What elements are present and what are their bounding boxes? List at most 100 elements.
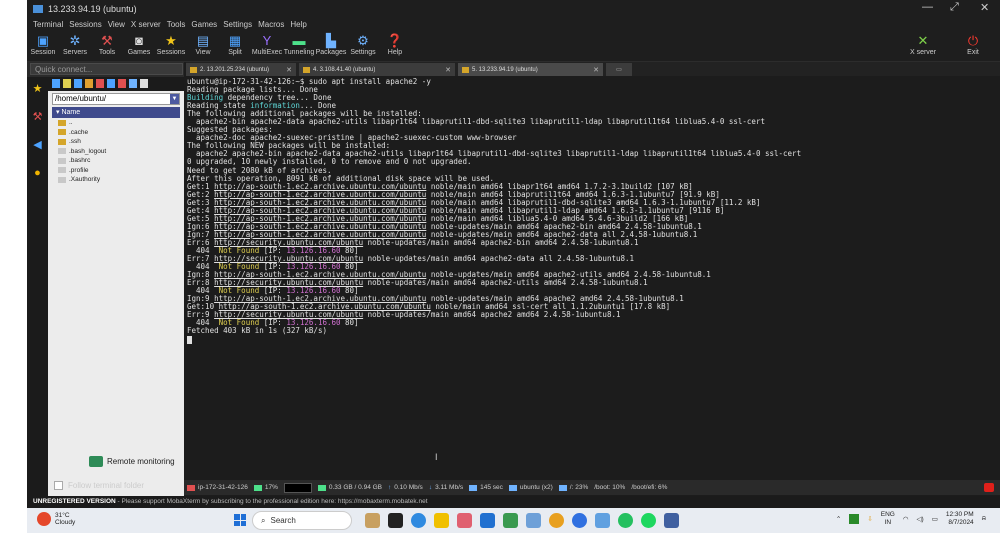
new-folder-icon[interactable] bbox=[107, 79, 115, 88]
terminal-line: apache2-bin apache2-data apache2-utils l… bbox=[187, 118, 1000, 126]
taskbar-app-hsp-icon[interactable] bbox=[595, 513, 610, 528]
games-button[interactable]: ◙ Games bbox=[123, 33, 155, 56]
status-users: ubuntu (x2) bbox=[508, 484, 553, 491]
download-icon[interactable] bbox=[63, 79, 71, 88]
tray-usb-icon[interactable]: ⇩ bbox=[867, 515, 872, 523]
taskbar-app-mobaxterm-icon[interactable] bbox=[480, 513, 495, 528]
tunneling-button[interactable]: ▬ Tunneling bbox=[283, 33, 315, 56]
folder-icon bbox=[58, 138, 66, 145]
tray-app-icon[interactable] bbox=[849, 514, 860, 524]
follow-terminal-folder-checkbox[interactable]: Follow terminal folder bbox=[27, 477, 184, 493]
up-folder-icon[interactable] bbox=[52, 79, 60, 88]
menu-games[interactable]: Games bbox=[191, 20, 217, 29]
new-file-icon[interactable] bbox=[96, 79, 104, 88]
packages-button[interactable]: ▙ Packages bbox=[315, 33, 347, 56]
battery-icon[interactable]: ▭ bbox=[932, 515, 938, 523]
tab-session-4[interactable]: 4. 3.108.41.40 (ubuntu) ✕ bbox=[299, 63, 455, 76]
delete-icon[interactable] bbox=[118, 79, 126, 88]
list-item[interactable]: .. bbox=[58, 118, 184, 128]
x-server-button[interactable]: ✕ X server bbox=[907, 33, 939, 56]
view-button[interactable]: ▤ View bbox=[187, 33, 219, 56]
x-server-icon: ✕ bbox=[917, 33, 929, 48]
settings-button[interactable]: ⚙ Settings bbox=[347, 33, 379, 56]
split-button[interactable]: ▦ Split bbox=[219, 33, 251, 56]
help-button[interactable]: ❓ Help bbox=[379, 33, 411, 56]
start-button[interactable] bbox=[234, 514, 246, 526]
taskbar-app-connect-icon[interactable] bbox=[526, 513, 541, 528]
host-icon bbox=[187, 484, 195, 491]
terminal-output[interactable]: ubuntu@ip-172-31-42-126:~$ sudo apt inst… bbox=[186, 76, 1000, 478]
menu-settings[interactable]: Settings bbox=[223, 20, 252, 29]
tools-button[interactable]: ⚒ Tools bbox=[91, 33, 123, 56]
new-tab-button[interactable]: ▭ bbox=[606, 63, 632, 76]
tools-side-icon[interactable]: ⚒ bbox=[31, 111, 44, 124]
maximize-button[interactable]: ⤢ bbox=[950, 1, 959, 14]
tab-session-5[interactable]: 5. 13.233.94.19 (ubuntu) ✕ bbox=[458, 63, 603, 76]
quick-connect-input[interactable]: Quick connect... bbox=[30, 63, 183, 75]
refresh-icon[interactable] bbox=[85, 79, 93, 88]
servers-button[interactable]: ✲ Servers bbox=[59, 33, 91, 56]
menu-sessions[interactable]: Sessions bbox=[69, 20, 101, 29]
weather-widget[interactable]: 31°C Cloudy bbox=[37, 512, 75, 526]
exit-button[interactable]: ⏻ Exit bbox=[957, 33, 989, 56]
view-toggle-icon[interactable] bbox=[129, 79, 137, 88]
notification-bell-icon[interactable]: ⍾ bbox=[982, 515, 986, 523]
taskbar-app-chrome-icon[interactable] bbox=[549, 513, 564, 528]
taskbar-app-edge-icon[interactable] bbox=[411, 513, 426, 528]
name-column-header[interactable]: ▾ Name bbox=[52, 107, 180, 118]
checkbox-icon bbox=[54, 480, 63, 490]
taskbar-search[interactable]: ⌕ Search bbox=[252, 511, 352, 530]
clock[interactable]: 12:30 PM 8/7/2024 bbox=[946, 511, 974, 527]
tab-session-2[interactable]: 2. 13.201.25.234 (ubuntu) ✕ bbox=[186, 63, 296, 76]
menu-terminal[interactable]: Terminal bbox=[33, 20, 63, 29]
taskbar-app-photos-icon[interactable] bbox=[664, 513, 679, 528]
memory-icon bbox=[317, 484, 326, 491]
taskbar-app-explorer-icon[interactable] bbox=[434, 513, 449, 528]
folder-icon bbox=[58, 119, 66, 126]
multiexec-button[interactable]: Y MultiExec bbox=[251, 33, 283, 56]
terminal-tab-icon bbox=[462, 66, 469, 73]
menu-x-server[interactable]: X server bbox=[131, 20, 161, 29]
list-item[interactable]: .bash_logout bbox=[58, 147, 184, 157]
browser-icon[interactable] bbox=[140, 79, 148, 88]
taskbar-app-spotify-icon[interactable] bbox=[641, 513, 656, 528]
macro-icon[interactable]: ● bbox=[31, 167, 44, 180]
volume-icon[interactable]: ◁) bbox=[917, 515, 924, 523]
menu-macros[interactable]: Macros bbox=[258, 20, 284, 29]
gamepad-icon: ◙ bbox=[135, 33, 143, 48]
minimize-button[interactable]: — bbox=[922, 1, 933, 13]
taskbar-app-store-icon[interactable] bbox=[457, 513, 472, 528]
list-item[interactable]: .Xauthority bbox=[58, 175, 184, 185]
wifi-icon[interactable]: ◠ bbox=[903, 515, 909, 523]
sftp-send-icon[interactable]: ◀ bbox=[31, 139, 44, 152]
close-icon[interactable]: ✕ bbox=[286, 66, 292, 74]
status-close-icon[interactable] bbox=[984, 483, 994, 492]
language-indicator[interactable]: ENG IN bbox=[881, 511, 895, 527]
list-item[interactable]: .ssh bbox=[58, 137, 184, 147]
chevron-up-icon[interactable]: ⌃ bbox=[836, 515, 841, 523]
path-input[interactable]: /home/ubuntu/▼ bbox=[52, 93, 180, 105]
sftp-browser: /home/ubuntu/▼ ▾ Name .. .cache .ssh .ba… bbox=[48, 77, 184, 496]
sessions-star-icon[interactable]: ★ bbox=[31, 83, 44, 96]
list-item[interactable]: .profile bbox=[58, 166, 184, 176]
list-item[interactable]: .bashrc bbox=[58, 156, 184, 166]
terminal-tab-icon bbox=[303, 66, 310, 73]
file-list: .. .cache .ssh .bash_logout .bashrc .pro… bbox=[48, 118, 184, 185]
taskbar-app-browser-icon[interactable] bbox=[572, 513, 587, 528]
menu-tools[interactable]: Tools bbox=[167, 20, 186, 29]
taskbar-app-taskview-icon[interactable] bbox=[388, 513, 403, 528]
upload-icon[interactable] bbox=[74, 79, 82, 88]
close-icon[interactable]: ✕ bbox=[445, 66, 451, 74]
taskbar-app-widgets-icon[interactable] bbox=[365, 513, 380, 528]
list-item[interactable]: .cache bbox=[58, 128, 184, 138]
status-cpu: 17% bbox=[253, 484, 278, 491]
taskbar-app-whatsapp-icon[interactable] bbox=[618, 513, 633, 528]
sessions-button[interactable]: ★ Sessions bbox=[155, 33, 187, 56]
menu-help[interactable]: Help bbox=[290, 20, 306, 29]
menu-view[interactable]: View bbox=[108, 20, 125, 29]
close-icon[interactable]: ✕ bbox=[593, 66, 599, 74]
session-button[interactable]: ▣ Session bbox=[27, 33, 59, 56]
close-window-button[interactable]: ✕ bbox=[980, 1, 989, 14]
taskbar-app-excel-icon[interactable] bbox=[503, 513, 518, 528]
chevron-down-icon[interactable]: ▼ bbox=[170, 94, 179, 104]
